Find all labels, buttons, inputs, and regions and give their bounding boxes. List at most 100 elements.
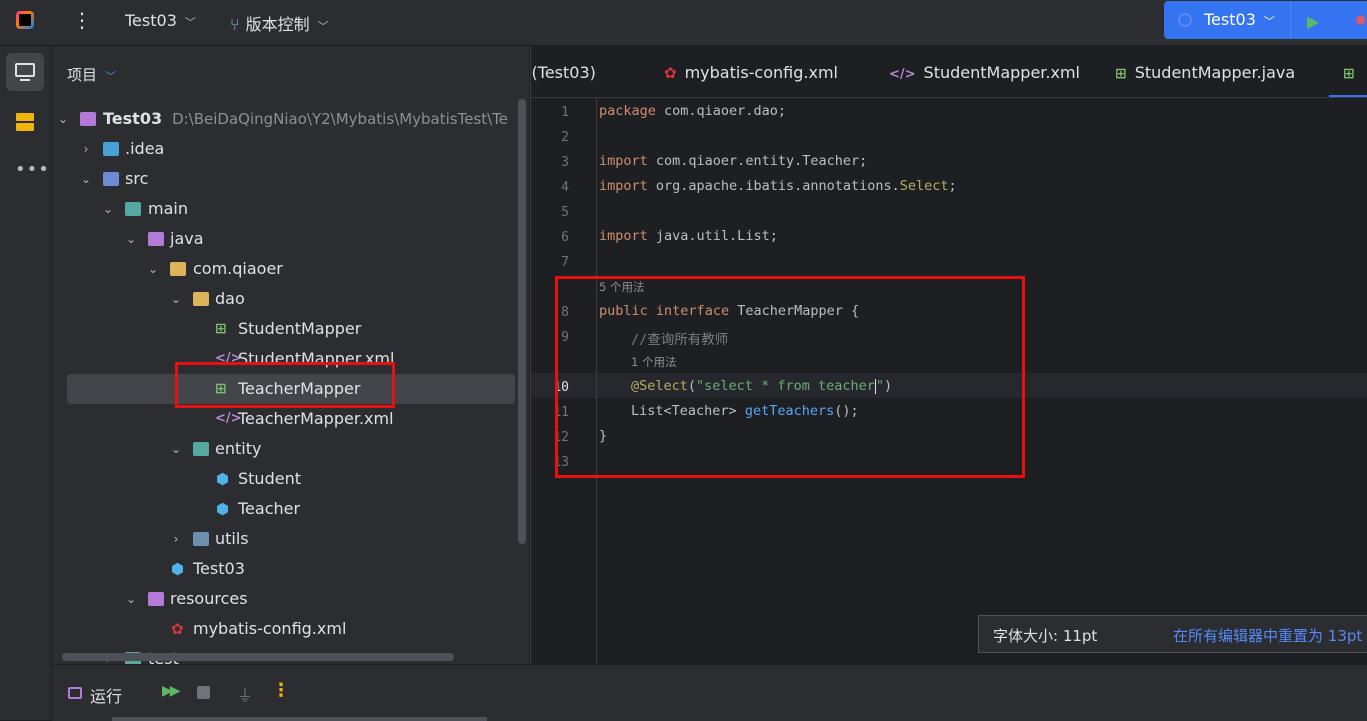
project-folder-icon	[80, 112, 96, 126]
vertical-scrollbar[interactable]	[518, 99, 526, 544]
run-config-selector[interactable]: Test03 ﹀	[1204, 10, 1275, 29]
vcs-menu[interactable]: ⑂ 版本控制 ﹀	[230, 11, 329, 35]
tree-item-label: main	[148, 199, 188, 218]
chevron-right-icon[interactable]: ›	[169, 524, 183, 554]
class-icon: ⬢	[216, 470, 230, 488]
chevron-down-icon[interactable]: ⌄	[56, 104, 70, 134]
code-line[interactable]: package com.qiaoer.dao;	[599, 103, 786, 119]
bottom-tool-bar: 运行 ▶▶ ⏚ ⋮	[52, 664, 1367, 721]
structure-tool-icon[interactable]	[16, 113, 36, 133]
run-config-widget: Test03 ﹀ ▶ ✹	[1164, 1, 1367, 39]
more-options-icon[interactable]: ⋮	[272, 680, 290, 701]
tab-mybatis-config[interactable]: ✿ mybatis-config.xml	[664, 63, 838, 82]
chevron-down-icon: ﹀	[1263, 15, 1275, 28]
resources-folder-icon	[148, 592, 164, 606]
tree-item-label: java	[170, 229, 204, 248]
chevron-down-icon[interactable]: ⌄	[169, 284, 183, 314]
plug-icon[interactable]: ⏚	[237, 682, 253, 706]
class-icon: ⬢	[216, 500, 230, 518]
stop-icon[interactable]	[197, 686, 210, 699]
chevron-down-icon[interactable]: ⌄	[79, 164, 93, 194]
vcs-label: 版本控制	[245, 15, 310, 34]
reset-font-size-link[interactable]: 在所有编辑器中重置为 13pt	[1173, 625, 1362, 646]
chevron-down-icon[interactable]: ⌄	[146, 254, 160, 284]
tab-studentmapper-java[interactable]: ⊞ StudentMapper.java	[1115, 63, 1295, 82]
chevron-down-icon[interactable]: ⌄	[169, 434, 183, 464]
line-number: 4	[561, 180, 569, 195]
tree-item-label: com.qiaoer	[193, 259, 283, 278]
package-icon	[170, 262, 186, 276]
chevron-down-icon: ﹀	[317, 20, 329, 33]
project-panel: 项目 ﹀ ⌄ Test03 D:\BeiDaQingNiao\Y2\Mybatis\…	[52, 46, 529, 664]
code-line[interactable]: import java.util.List;	[599, 228, 778, 244]
ide-logo-icon[interactable]	[16, 11, 34, 29]
run-window-icon	[68, 687, 82, 699]
tree-item-label: dao	[215, 289, 245, 308]
main-menu-icon[interactable]: ⋮	[72, 8, 92, 32]
tree-item-label: Test03	[103, 109, 163, 128]
rerun-icon[interactable]: ▶▶	[162, 683, 180, 699]
source-folder-icon	[103, 172, 119, 186]
tool-window-strip: •••	[0, 46, 52, 720]
run-tab[interactable]: 运行	[90, 683, 122, 707]
class-icon: ⬢	[171, 560, 185, 578]
title-bar: ⋮ Test03 ﹀ ⑂ 版本控制 ﹀ Test03 ﹀ ▶ ✹	[0, 0, 1367, 46]
chevron-down-icon[interactable]: ⌄	[124, 584, 138, 614]
code-line[interactable]: import org.apache.ibatis.annotations.Sel…	[599, 178, 957, 194]
xml-icon: </>	[215, 351, 242, 366]
project-switcher[interactable]: Test03 ﹀	[125, 11, 196, 30]
editor: l (Test03) ✿mybatis-config.xml </>Studen…	[530, 46, 1367, 664]
mybatis-icon: ✿	[171, 620, 184, 638]
tree-item-label: Teacher	[238, 499, 301, 518]
chevron-right-icon[interactable]: ›	[79, 134, 93, 164]
line-number: 6	[561, 230, 569, 245]
chevron-down-icon[interactable]: ⌄	[101, 194, 115, 224]
highlight-box	[175, 362, 395, 408]
panel-title[interactable]: 项目 ﹀	[67, 64, 116, 85]
folder-icon	[125, 202, 141, 216]
bottom-scrollbar[interactable]	[112, 717, 487, 721]
line-number: 3	[561, 155, 569, 170]
source-root-icon	[148, 232, 164, 246]
tree-item-label: Student	[238, 469, 301, 488]
tab-teachermapper-java[interactable]: ⊞	[1343, 63, 1363, 82]
run-icon[interactable]: ▶	[1307, 12, 1319, 31]
project-tool-icon[interactable]	[6, 53, 44, 91]
package-icon	[193, 292, 209, 306]
more-tools-icon[interactable]: •••	[15, 159, 50, 180]
tree-item-label: Test03	[193, 559, 245, 578]
package-icon	[193, 532, 209, 546]
branch-icon: ⑂	[230, 15, 240, 34]
tree-item-label: TeacherMapper.xml	[238, 409, 394, 428]
tree-item-label: .idea	[125, 139, 165, 158]
package-icon	[193, 442, 209, 456]
xml-icon: </>	[889, 67, 916, 82]
run-config-icon	[1178, 13, 1192, 27]
tree-item-path: D:\BeiDaQingNiao\Y2\Mybatis\MybatisTest\…	[172, 110, 509, 128]
tree-item-label: mybatis-config.xml	[193, 619, 347, 638]
interface-icon: ⊞	[1343, 66, 1355, 82]
mybatis-icon: ✿	[664, 64, 677, 82]
line-number: 7	[561, 255, 569, 270]
tab-studentmapper-xml[interactable]: </> StudentMapper.xml	[889, 63, 1080, 82]
tree-item-label: utils	[215, 529, 249, 548]
tab-teachermapper-xml[interactable]: l (Test03)	[531, 63, 596, 82]
line-number: 1	[561, 105, 569, 120]
interface-icon: ⊞	[215, 321, 227, 337]
font-size-label: 字体大小: 11pt	[993, 627, 1098, 645]
folder-icon	[103, 142, 119, 156]
chevron-down-icon: ﹀	[105, 70, 117, 83]
line-number: 2	[561, 130, 569, 145]
tree-item-label: resources	[170, 589, 248, 608]
project-name: Test03	[125, 11, 177, 30]
tree-item-label: StudentMapper	[238, 319, 362, 338]
code-line[interactable]: import com.qiaoer.entity.Teacher;	[599, 153, 867, 169]
debug-icon[interactable]: ✹	[1354, 11, 1367, 30]
interface-icon: ⊞	[1115, 66, 1127, 82]
tree-item-label: src	[125, 169, 149, 188]
line-number: 5	[561, 205, 569, 220]
editor-tabs: l (Test03) ✿mybatis-config.xml </>Studen…	[531, 46, 1367, 98]
chevron-down-icon: ﹀	[184, 16, 196, 29]
horizontal-scrollbar[interactable]	[62, 653, 454, 661]
chevron-down-icon[interactable]: ⌄	[124, 224, 138, 254]
